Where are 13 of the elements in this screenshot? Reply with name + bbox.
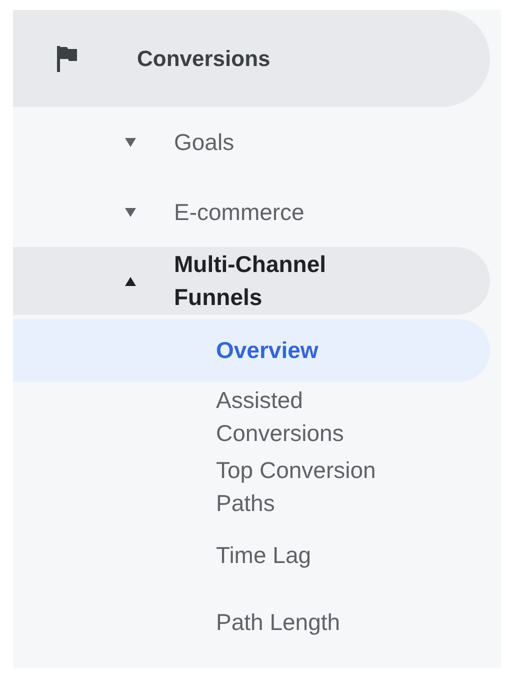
caret-down-icon xyxy=(125,208,136,216)
nav-group[interactable]: E-commerce xyxy=(13,177,490,247)
nav-group[interactable]: Multi-Channel Funnels xyxy=(13,247,490,315)
caret-up-icon xyxy=(125,276,136,286)
nav-group[interactable]: Goals xyxy=(13,107,490,177)
nav-item[interactable]: Overview xyxy=(13,319,490,382)
nav-item[interactable]: Path Length xyxy=(13,589,490,656)
flag-icon xyxy=(57,46,77,72)
section-header[interactable]: Conversions xyxy=(13,10,490,107)
caret-down-icon xyxy=(125,138,136,146)
nav-item[interactable]: Time Lag xyxy=(13,522,490,589)
nav-item[interactable]: Assisted Conversions xyxy=(13,382,490,452)
nav-item[interactable]: Top Conversion Paths xyxy=(13,452,490,522)
